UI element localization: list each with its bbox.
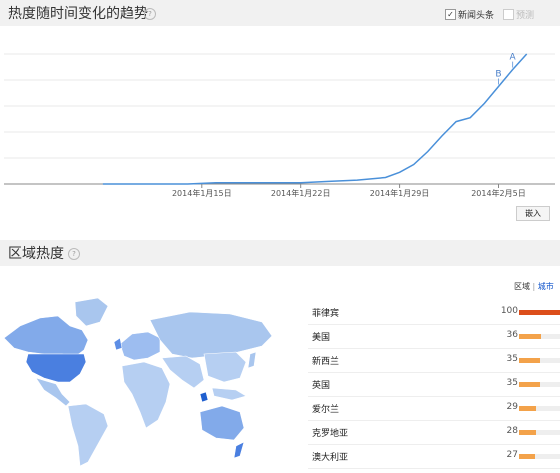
map-region-africa <box>121 361 171 429</box>
region-name: 新西兰 <box>312 357 340 367</box>
checkbox-checked-icon: ✓ <box>445 9 456 20</box>
list-item[interactable]: 美国 36 <box>308 324 560 349</box>
x-tick-label: 2014年2月5日 <box>471 188 526 198</box>
headlines-label: 新闻头条 <box>458 11 495 21</box>
map-region-australia <box>199 405 245 441</box>
region-bar <box>519 310 560 315</box>
bar-track <box>519 406 560 411</box>
region-bar <box>519 382 540 387</box>
trend-help-icon[interactable]: ? <box>144 8 156 20</box>
map-region-philippines <box>199 391 209 403</box>
list-item[interactable]: 爱尔兰 29 <box>308 396 560 421</box>
map-region-greenland <box>74 297 109 327</box>
map-region-usa <box>25 353 87 383</box>
region-value: 29 <box>506 402 518 412</box>
tab-region[interactable]: 区域 <box>514 282 530 291</box>
map-region-russia <box>149 311 273 359</box>
bar-track <box>519 358 560 363</box>
region-bar <box>519 406 536 411</box>
map-region-indonesia <box>211 387 247 401</box>
region-bar <box>519 358 540 363</box>
region-name: 爱尔兰 <box>312 405 340 415</box>
x-tick-label: 2014年1月29日 <box>370 188 430 198</box>
trend-title: 热度随时间变化的趋势 <box>8 6 148 22</box>
region-name: 克罗地亚 <box>312 429 349 439</box>
bar-track <box>519 430 560 435</box>
map-region-east-asia <box>203 351 247 383</box>
region-name: 英国 <box>312 381 331 391</box>
region-tabs: 区域 | 城市 <box>514 282 554 291</box>
map-region-japan <box>247 351 257 369</box>
list-item[interactable]: 英国 35 <box>308 372 560 397</box>
world-map[interactable] <box>0 296 300 473</box>
region-value: 28 <box>506 426 518 436</box>
annotation-marker[interactable]: A <box>510 53 517 63</box>
list-item[interactable]: 菲律宾 100 <box>308 300 560 325</box>
region-bar <box>519 334 541 339</box>
map-region-canada <box>3 315 89 357</box>
forecast-label: 预测 <box>516 11 535 21</box>
trend-header: 热度随时间变化的趋势 ? ✓ 新闻头条 预测 <box>0 0 560 26</box>
region-value: 36 <box>506 330 518 340</box>
region-value: 35 <box>506 378 518 388</box>
tab-city[interactable]: 城市 <box>538 282 554 291</box>
region-value: 35 <box>506 354 518 364</box>
bar-track <box>519 310 560 315</box>
list-item[interactable]: 克罗地亚 28 <box>308 420 560 445</box>
annotation-marker[interactable]: B <box>495 70 501 80</box>
trend-line <box>102 53 528 185</box>
region-title: 区域热度 <box>8 246 64 262</box>
region-name: 菲律宾 <box>312 309 340 319</box>
map-region-south-america <box>67 403 109 467</box>
x-tick-label: 2014年1月22日 <box>271 188 331 198</box>
x-tick-label: 2014年1月15日 <box>172 188 232 198</box>
bar-track <box>519 334 560 339</box>
map-region-uk <box>113 337 123 351</box>
forecast-checkbox[interactable]: 预测 <box>503 8 534 21</box>
bar-track <box>519 454 560 459</box>
region-value: 27 <box>506 450 518 460</box>
region-name: 澳大利亚 <box>312 453 349 463</box>
trend-chart: 2014年1月15日 2014年1月22日 2014年1月29日 2014年2月5日 A… <box>4 53 555 198</box>
map-region-europe <box>119 331 161 361</box>
checkbox-unchecked-icon <box>503 9 514 20</box>
headlines-checkbox[interactable]: ✓ 新闻头条 <box>445 8 494 21</box>
region-help-icon[interactable]: ? <box>68 248 80 260</box>
embed-button[interactable]: 嵌入 <box>516 206 550 221</box>
list-item[interactable]: 澳大利亚 27 <box>308 444 560 469</box>
map-region-new-zealand <box>233 441 245 459</box>
region-bar <box>519 454 535 459</box>
list-item[interactable]: 新西兰 35 <box>308 348 560 373</box>
region-name: 美国 <box>312 333 331 343</box>
bar-track <box>519 382 560 387</box>
region-bar <box>519 430 536 435</box>
region-header: 区域热度 ? <box>0 240 560 266</box>
region-value: 100 <box>500 306 518 316</box>
